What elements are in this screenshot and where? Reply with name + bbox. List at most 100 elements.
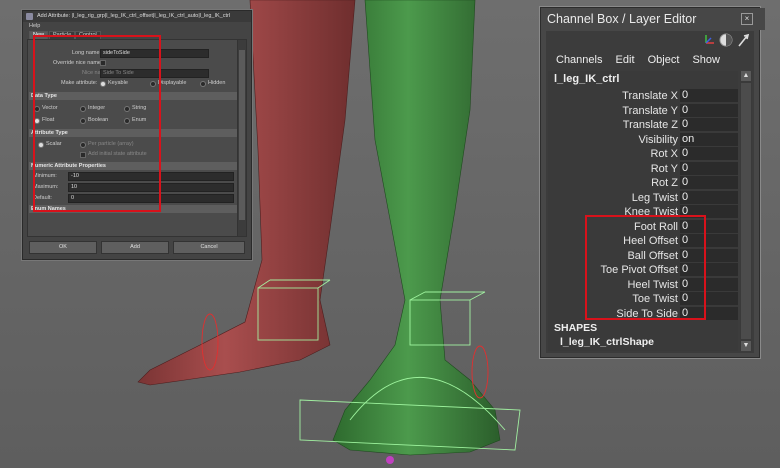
- displayable-radio[interactable]: [150, 81, 156, 87]
- dialog-menu-bar: Help: [23, 22, 251, 30]
- keyable-radio[interactable]: [100, 81, 106, 87]
- minimum-label: Minimum:: [33, 173, 57, 179]
- tab-particle[interactable]: Particle: [49, 31, 76, 39]
- data-type-header[interactable]: Data Type: [29, 92, 238, 100]
- long-name-input[interactable]: sideToSide: [100, 49, 209, 58]
- channel-value[interactable]: 0: [680, 234, 738, 247]
- channel-label: Ball Offset: [627, 249, 678, 262]
- default-input[interactable]: 0: [68, 194, 234, 203]
- channel-box-scroll-thumb[interactable]: [741, 83, 751, 339]
- channel-row[interactable]: Knee Twist 0: [548, 205, 738, 219]
- channel-box-menu: Channels Edit Object Show: [546, 51, 754, 69]
- scroll-down-icon[interactable]: ▼: [741, 341, 751, 351]
- hidden-radio[interactable]: [200, 81, 206, 87]
- cancel-button[interactable]: Cancel: [173, 241, 245, 254]
- add-button[interactable]: Add: [101, 241, 169, 254]
- maximum-input[interactable]: 10: [68, 183, 234, 192]
- override-nice-name-label: Override nice name:: [53, 60, 103, 66]
- channel-row[interactable]: Heel Twist 0: [548, 277, 738, 292]
- long-name-label: Long name:: [72, 50, 102, 56]
- shapes-header: SHAPES: [554, 322, 598, 334]
- channel-row[interactable]: Foot Roll 0: [548, 219, 738, 234]
- ok-button[interactable]: OK: [29, 241, 97, 254]
- channel-value[interactable]: 0: [680, 205, 738, 218]
- channel-value[interactable]: 0: [680, 306, 738, 320]
- override-nice-name-checkbox[interactable]: [100, 60, 106, 66]
- tab-new[interactable]: New: [29, 31, 49, 39]
- channel-row[interactable]: Toe Pivot Offset 0: [548, 263, 738, 277]
- close-icon[interactable]: ×: [741, 13, 753, 25]
- float-label: Float: [42, 117, 55, 123]
- enum-names-header[interactable]: Enum Names: [29, 205, 238, 213]
- dialog-title: Add Attribute: |l_leg_rig_grp|l_leg_IK_c…: [37, 13, 231, 19]
- boolean-radio[interactable]: [80, 118, 86, 124]
- per-particle-label: Per particle (array): [88, 141, 134, 147]
- channel-row[interactable]: Rot X0: [548, 147, 738, 161]
- channel-label: Knee Twist: [624, 206, 678, 218]
- channel-row[interactable]: Side To Side 0: [548, 306, 738, 321]
- channel-row[interactable]: Ball Offset 0: [548, 248, 738, 263]
- channel-box-title[interactable]: Channel Box / Layer Editor: [541, 8, 765, 30]
- channel-value[interactable]: 0: [680, 292, 738, 305]
- string-radio[interactable]: [124, 106, 130, 112]
- channel-value[interactable]: 0: [680, 147, 738, 160]
- help-menu[interactable]: Help: [29, 23, 40, 29]
- channel-box-scrollbar[interactable]: ▲ ▼: [740, 71, 752, 351]
- vector-radio[interactable]: [34, 106, 40, 112]
- channel-value[interactable]: 0: [680, 277, 738, 291]
- menu-show[interactable]: Show: [692, 54, 720, 66]
- float-radio[interactable]: [34, 118, 40, 124]
- channel-row[interactable]: Heel Offset 0: [548, 234, 738, 248]
- channel-row[interactable]: Toe Twist 0: [548, 292, 738, 306]
- channel-value[interactable]: 0: [680, 89, 738, 102]
- menu-edit[interactable]: Edit: [616, 54, 635, 66]
- dialog-title-bar[interactable]: Add Attribute: |l_leg_rig_grp|l_leg_IK_c…: [23, 11, 251, 22]
- attribute-type-header[interactable]: Attribute Type: [29, 129, 238, 137]
- numeric-properties-header[interactable]: Numeric Attribute Properties: [29, 162, 238, 170]
- channel-row[interactable]: Translate X0: [548, 89, 738, 103]
- channel-row[interactable]: Rot Y0: [548, 161, 738, 176]
- channel-row[interactable]: Visibility on: [548, 132, 738, 147]
- dialog-scrollbar[interactable]: [237, 39, 247, 237]
- channel-row[interactable]: Leg Twist 0: [548, 190, 738, 205]
- channel-value[interactable]: 0: [680, 176, 738, 189]
- tab-control[interactable]: Control: [75, 31, 101, 39]
- dialog-scroll-thumb[interactable]: [239, 50, 245, 220]
- boolean-label: Boolean: [88, 117, 109, 123]
- channel-value[interactable]: 0: [680, 263, 738, 276]
- shape-node-name[interactable]: l_leg_IK_ctrlShape: [560, 336, 654, 348]
- menu-channels[interactable]: Channels: [556, 54, 602, 66]
- channel-label: Toe Twist: [632, 293, 678, 305]
- channel-value[interactable]: 0: [680, 190, 738, 204]
- channel-label: Heel Offset: [623, 235, 678, 247]
- channel-row[interactable]: Translate Z0: [548, 118, 738, 132]
- per-particle-radio[interactable]: [80, 142, 86, 148]
- add-attribute-dialog: Add Attribute: |l_leg_rig_grp|l_leg_IK_c…: [22, 10, 252, 260]
- channel-value[interactable]: 0: [680, 118, 738, 131]
- string-label: String: [132, 105, 147, 111]
- enum-radio[interactable]: [124, 118, 130, 124]
- scalar-radio[interactable]: [38, 142, 44, 148]
- integer-radio[interactable]: [80, 106, 86, 112]
- display-toggle-icon-half: [726, 34, 732, 46]
- add-initial-state-checkbox[interactable]: [80, 152, 86, 158]
- channel-row[interactable]: Translate Y0: [548, 103, 738, 118]
- channel-row[interactable]: Rot Z0: [548, 176, 738, 190]
- minimum-input[interactable]: -10: [68, 172, 234, 181]
- channel-value[interactable]: 0: [680, 161, 738, 175]
- channel-label: Leg Twist: [631, 191, 678, 204]
- channel-value[interactable]: on: [680, 132, 738, 146]
- nice-name-input[interactable]: Side To Side: [100, 69, 209, 78]
- channel-label: Toe Pivot Offset: [600, 264, 678, 276]
- channel-value[interactable]: 0: [680, 248, 738, 262]
- maya-window-icon: [26, 13, 33, 20]
- add-initial-state-label: Add initial state attribute: [88, 151, 147, 157]
- node-name[interactable]: l_leg_IK_ctrl: [554, 73, 619, 85]
- menu-object[interactable]: Object: [648, 54, 680, 66]
- channel-value[interactable]: 0: [680, 219, 738, 233]
- maximum-label: Maximum:: [33, 184, 59, 190]
- pin-icon: [738, 33, 750, 47]
- channel-value[interactable]: 0: [680, 103, 738, 117]
- default-label: Default:: [33, 195, 52, 201]
- scroll-up-icon[interactable]: ▲: [741, 71, 751, 81]
